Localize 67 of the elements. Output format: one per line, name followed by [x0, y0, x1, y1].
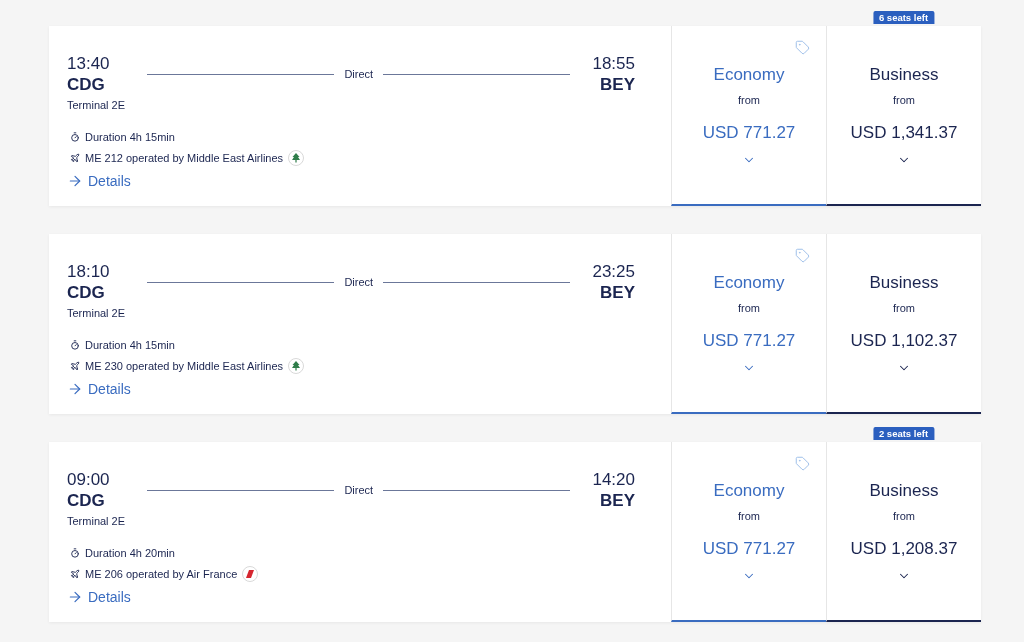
cabin-name: Business [869, 481, 939, 501]
from-label: from [738, 509, 760, 523]
cabin-name: Economy [713, 481, 785, 501]
stop-label: Direct [343, 483, 375, 497]
tree-logo-icon [288, 150, 305, 166]
fare-price: USD 1,341.37 [850, 122, 958, 144]
arrival-time: 14:20 [592, 470, 635, 490]
cabin-name: Economy [713, 273, 785, 293]
cabin-fare-tile[interactable]: Business from USD 1,102.37 [826, 234, 981, 414]
flight-operator-text: ME 212 operated by Middle East Airlines [85, 151, 284, 165]
stripe-logo-icon [242, 566, 259, 582]
fare-price: USD 1,102.37 [850, 330, 958, 352]
departure-time: 09:00 [67, 470, 111, 490]
tag-icon [795, 456, 810, 471]
duration-text: Duration 4h 20min [85, 546, 175, 560]
departure-time: 18:10 [67, 262, 111, 282]
departure-airport: CDG [67, 74, 106, 95]
fare-price: USD 771.27 [702, 538, 796, 560]
cabin-name: Business [869, 65, 939, 85]
flight-operator-text: ME 230 operated by Middle East Airlines [85, 359, 284, 373]
fare-price: USD 1,208.37 [850, 538, 958, 560]
details-link[interactable]: Details [67, 172, 131, 190]
seats-left-badge: 2 seats left [872, 427, 935, 440]
terminal-label: Terminal 2E [67, 98, 126, 112]
plane-icon [70, 361, 80, 371]
terminal-label: Terminal 2E [67, 306, 126, 320]
cabin-fare-tile[interactable]: Business from USD 1,208.37 [826, 442, 981, 622]
arrival-airport: BEY [600, 74, 635, 95]
tag-icon [795, 40, 810, 55]
flight-operator-text: ME 206 operated by Air France [85, 567, 238, 581]
cabin-fare-tile[interactable]: Economy from USD 771.27 [671, 234, 826, 414]
departure-airport: CDG [67, 490, 106, 511]
details-link[interactable]: Details [67, 588, 131, 606]
stopwatch-icon [70, 548, 80, 558]
stopwatch-icon [70, 340, 80, 350]
fare-price: USD 771.27 [702, 122, 796, 144]
cabin-name: Business [869, 273, 939, 293]
tree-logo-icon [288, 358, 305, 374]
from-label: from [738, 301, 760, 315]
arrow-right-icon [67, 173, 83, 189]
cabin-fare-tile[interactable]: Business from USD 1,341.37 [826, 26, 981, 206]
arrow-right-icon [67, 589, 83, 605]
stop-label: Direct [343, 275, 375, 289]
tag-icon [795, 248, 810, 263]
seats-left-badge: 6 seats left [872, 11, 935, 24]
details-link[interactable]: Details [67, 380, 131, 398]
duration-text: Duration 4h 15min [85, 130, 175, 144]
stop-label: Direct [343, 67, 375, 81]
cabin-name: Economy [713, 65, 785, 85]
duration-text: Duration 4h 15min [85, 338, 175, 352]
cabin-fare-tile[interactable]: Economy from USD 771.27 [671, 442, 826, 622]
plane-icon [70, 569, 80, 579]
from-label: from [738, 93, 760, 107]
cabin-fare-tile[interactable]: Economy from USD 771.27 [671, 26, 826, 206]
terminal-label: Terminal 2E [67, 514, 126, 528]
from-label: from [893, 301, 915, 315]
plane-icon [70, 153, 80, 163]
arrival-time: 23:25 [592, 262, 635, 282]
fare-price: USD 771.27 [702, 330, 796, 352]
departure-airport: CDG [67, 282, 106, 303]
from-label: from [893, 509, 915, 523]
departure-time: 13:40 [67, 54, 111, 74]
arrival-airport: BEY [600, 490, 635, 511]
arrival-time: 18:55 [592, 54, 635, 74]
stopwatch-icon [70, 132, 80, 142]
arrival-airport: BEY [600, 282, 635, 303]
from-label: from [893, 93, 915, 107]
